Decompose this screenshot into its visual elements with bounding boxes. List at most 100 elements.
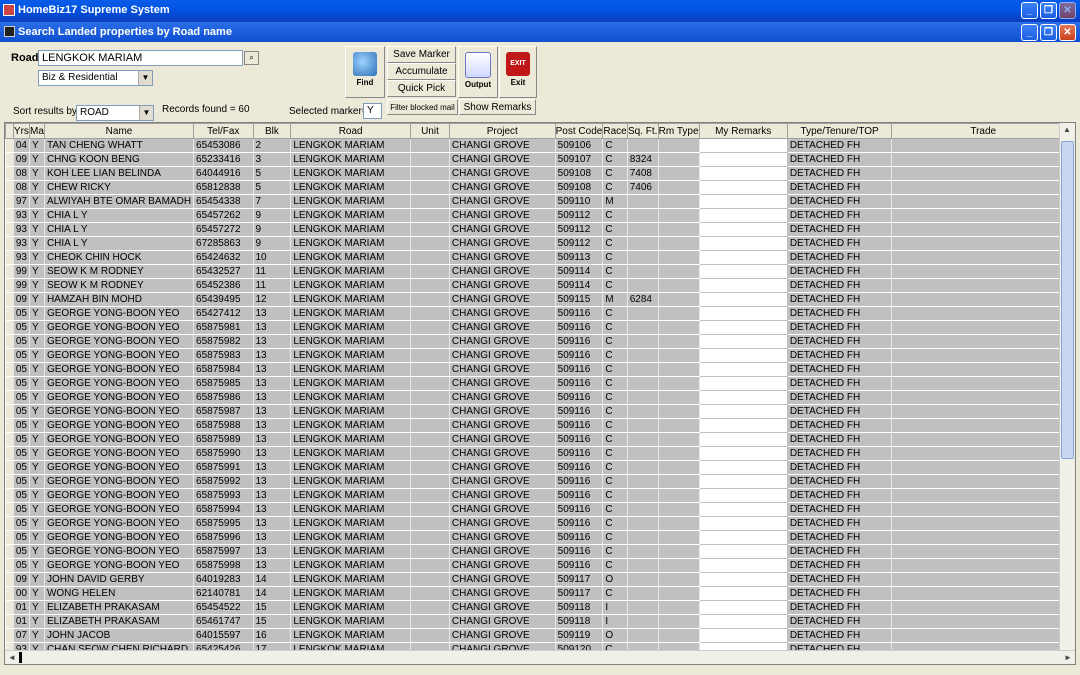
row-selector[interactable] bbox=[5, 614, 14, 629]
column-header[interactable]: Type/Tenure/TOP bbox=[786, 123, 893, 139]
results-grid[interactable]: Yrs Ma Name Tel/Fax Blk Road Unit Project Post C… bbox=[4, 122, 1076, 665]
table-cell[interactable] bbox=[698, 432, 788, 447]
table-row[interactable]: 05 Y GEORGE YONG-BOON YEO 65875993 13 LENGKOK… bbox=[5, 488, 1075, 503]
table-row[interactable]: 05 Y GEORGE YONG-BOON YEO 65875983 13 LENGKOK… bbox=[5, 348, 1075, 363]
table-row[interactable]: 99 Y SEOW K M RODNEY 65452386 11 LENGKOK MARI… bbox=[5, 278, 1075, 293]
show-remarks-button[interactable]: Show Remarks bbox=[459, 99, 536, 115]
table-cell[interactable] bbox=[698, 376, 788, 391]
table-row[interactable]: 05 Y GEORGE YONG-BOON YEO 65875989 13 LENGKOK… bbox=[5, 432, 1075, 447]
table-row[interactable]: 08 Y CHEW RICKY 65812838 5 LENGKOK MARIAM CHAN… bbox=[5, 180, 1075, 195]
table-row[interactable]: 05 Y GEORGE YONG-BOON YEO 65427412 13 LENGKOK… bbox=[5, 306, 1075, 321]
row-selector[interactable] bbox=[5, 502, 14, 517]
output-button[interactable]: Output bbox=[458, 46, 498, 98]
table-cell[interactable] bbox=[698, 628, 788, 643]
table-row[interactable]: 09 Y HAMZAH BIN MOHD 65439495 12 LENGKOK MARI… bbox=[5, 292, 1075, 307]
table-row[interactable]: 01 Y ELIZABETH PRAKASAM 65461747 15 LENGKOK M… bbox=[5, 614, 1075, 629]
vertical-scroll-thumb[interactable] bbox=[1061, 141, 1074, 459]
column-header[interactable]: Tel/Fax bbox=[193, 123, 254, 139]
table-cell[interactable] bbox=[698, 488, 788, 503]
table-row[interactable]: 00 Y WONG HELEN 62140781 14 LENGKOK MARIAM CHA… bbox=[5, 586, 1075, 601]
table-row[interactable]: 07 Y JOHN JACOB 64015597 16 LENGKOK MARIAM CHA… bbox=[5, 628, 1075, 643]
row-selector[interactable] bbox=[5, 432, 14, 447]
table-row[interactable]: 05 Y GEORGE YONG-BOON YEO 65875988 13 LENGKOK… bbox=[5, 418, 1075, 433]
row-selector[interactable] bbox=[5, 544, 14, 559]
table-cell[interactable] bbox=[698, 278, 788, 293]
table-cell[interactable] bbox=[698, 390, 788, 405]
table-cell[interactable] bbox=[698, 180, 788, 195]
table-cell[interactable] bbox=[698, 194, 788, 209]
row-selector[interactable] bbox=[5, 390, 14, 405]
row-selector[interactable] bbox=[5, 306, 14, 321]
table-row[interactable]: 05 Y GEORGE YONG-BOON YEO 65875985 13 LENGKOK… bbox=[5, 376, 1075, 391]
row-selector[interactable] bbox=[5, 194, 14, 209]
table-row[interactable]: 05 Y GEORGE YONG-BOON YEO 65875998 13 LENGKOK… bbox=[5, 558, 1075, 573]
accumulate-button[interactable]: Accumulate bbox=[387, 63, 456, 80]
table-row[interactable]: 93 Y CHIA L Y 67285863 9 LENGKOK MARIAM CHANGI… bbox=[5, 236, 1075, 251]
table-cell[interactable] bbox=[698, 558, 788, 573]
column-header[interactable]: Trade bbox=[891, 123, 1075, 139]
column-header[interactable]: Ma bbox=[28, 123, 45, 139]
row-selector[interactable] bbox=[5, 138, 14, 153]
row-selector[interactable] bbox=[5, 250, 14, 265]
row-selector[interactable] bbox=[5, 516, 14, 531]
table-row[interactable]: 93 Y CHIA L Y 65457272 9 LENGKOK MARIAM CHANGI… bbox=[5, 222, 1075, 237]
save-marker-button[interactable]: Save Marker bbox=[387, 46, 456, 63]
row-selector[interactable] bbox=[5, 320, 14, 335]
table-cell[interactable] bbox=[698, 362, 788, 377]
column-header[interactable]: Rm Type bbox=[657, 123, 700, 139]
table-row[interactable]: 05 Y GEORGE YONG-BOON YEO 65875986 13 LENGKOK… bbox=[5, 390, 1075, 405]
window-close-icon[interactable]: ✕ bbox=[1059, 24, 1076, 41]
column-header[interactable]: Road bbox=[290, 123, 412, 139]
table-cell[interactable] bbox=[698, 460, 788, 475]
table-cell[interactable] bbox=[698, 292, 788, 307]
horizontal-scroll-thumb[interactable] bbox=[19, 652, 22, 663]
column-header[interactable]: Project bbox=[448, 123, 556, 139]
row-selector[interactable] bbox=[5, 292, 14, 307]
table-row[interactable]: 05 Y GEORGE YONG-BOON YEO 65875990 13 LENGKOK… bbox=[5, 446, 1075, 461]
table-row[interactable]: 05 Y GEORGE YONG-BOON YEO 65875981 13 LENGKOK… bbox=[5, 320, 1075, 335]
table-cell[interactable] bbox=[698, 208, 788, 223]
column-header[interactable]: Race bbox=[602, 123, 628, 139]
row-selector[interactable] bbox=[5, 152, 14, 167]
table-cell[interactable] bbox=[698, 544, 788, 559]
row-selector[interactable] bbox=[5, 180, 14, 195]
column-header[interactable]: Sq. Ft. bbox=[626, 123, 659, 139]
table-row[interactable]: 93 Y CHEOK CHIN HOCK 65424632 10 LENGKOK MARI… bbox=[5, 250, 1075, 265]
row-selector[interactable] bbox=[5, 222, 14, 237]
table-cell[interactable] bbox=[698, 600, 788, 615]
table-row[interactable]: 05 Y GEORGE YONG-BOON YEO 65875994 13 LENGKOK… bbox=[5, 502, 1075, 517]
row-selector[interactable] bbox=[5, 236, 14, 251]
table-cell[interactable] bbox=[698, 572, 788, 587]
row-selector[interactable] bbox=[5, 166, 14, 181]
table-row[interactable]: 05 Y GEORGE YONG-BOON YEO 65875987 13 LENGKOK… bbox=[5, 404, 1075, 419]
table-cell[interactable] bbox=[698, 236, 788, 251]
minimize-icon[interactable]: _ bbox=[1021, 2, 1038, 19]
filter-blocked-mail-button[interactable]: Filter blocked mail bbox=[387, 99, 458, 115]
restore-icon[interactable]: ❐ bbox=[1040, 2, 1057, 19]
row-selector[interactable] bbox=[5, 376, 14, 391]
scroll-left-icon[interactable]: ◄ bbox=[5, 651, 19, 664]
road-lookup-icon[interactable]: ⌕ bbox=[244, 51, 259, 65]
table-row[interactable]: 05 Y GEORGE YONG-BOON YEO 65875982 13 LENGKOK… bbox=[5, 334, 1075, 349]
window-restore-icon[interactable]: ❐ bbox=[1040, 24, 1057, 41]
row-selector[interactable] bbox=[5, 264, 14, 279]
row-selector[interactable] bbox=[5, 208, 14, 223]
table-row[interactable]: 05 Y GEORGE YONG-BOON YEO 65875991 13 LENGKOK… bbox=[5, 460, 1075, 475]
table-cell[interactable] bbox=[698, 614, 788, 629]
row-selector[interactable] bbox=[5, 586, 14, 601]
table-cell[interactable] bbox=[698, 334, 788, 349]
category-select[interactable]: Biz & Residential ▼ bbox=[38, 70, 153, 86]
row-selector[interactable] bbox=[5, 460, 14, 475]
column-header[interactable]: Unit bbox=[410, 123, 450, 139]
table-row[interactable]: 93 Y CHIA L Y 65457262 9 LENGKOK MARIAM CHANGI… bbox=[5, 208, 1075, 223]
table-cell[interactable] bbox=[698, 404, 788, 419]
table-cell[interactable] bbox=[698, 502, 788, 517]
table-cell[interactable] bbox=[698, 264, 788, 279]
row-selector[interactable] bbox=[5, 474, 14, 489]
sort-select[interactable]: ROAD ▼ bbox=[76, 105, 154, 121]
column-header[interactable]: Post Code bbox=[554, 123, 604, 139]
row-selector[interactable] bbox=[5, 362, 14, 377]
table-row[interactable]: 01 Y ELIZABETH PRAKASAM 65454522 15 LENGKOK M… bbox=[5, 600, 1075, 615]
table-cell[interactable] bbox=[698, 250, 788, 265]
table-row[interactable]: 09 Y CHNG KOON BENG 65233416 3 LENGKOK MARIAM… bbox=[5, 152, 1075, 167]
